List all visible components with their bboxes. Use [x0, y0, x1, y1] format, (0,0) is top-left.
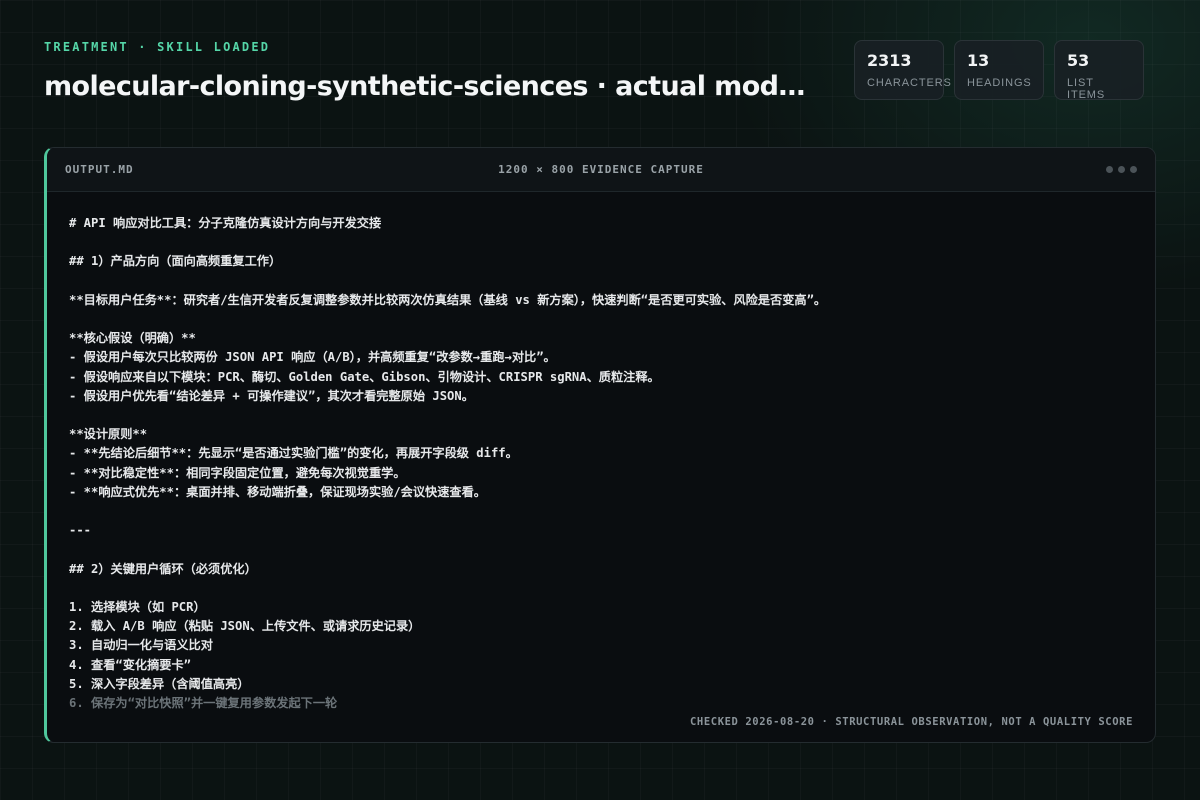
eyebrow-label: TREATMENT · SKILL LOADED	[44, 40, 271, 54]
output-line: 5. 深入字段差异（含阈值高亮）	[69, 676, 250, 691]
stat-label: CHARACTERS	[867, 77, 952, 89]
output-line: 3. 自动归一化与语义比对	[69, 638, 213, 653]
stats-group: 2313 CHARACTERS 13 HEADINGS 53 LIST ITEM…	[854, 40, 1144, 101]
output-line: **目标用户任务**：研究者/生信开发者反复调整参数并比较两次仿真结果（基线 v…	[69, 292, 827, 307]
stat-list-items: 53 LIST ITEMS	[1054, 40, 1144, 101]
output-line: - **响应式优先**：桌面并排、移动端折叠，保证现场实验/会议快速查看。	[69, 484, 486, 499]
page-title: molecular-cloning-synthetic-sciences · a…	[44, 71, 814, 102]
output-line: 4. 查看“变化摘要卡”	[69, 657, 191, 672]
output-line: - **对比稳定性**：相同字段固定位置，避免每次视觉重学。	[69, 465, 406, 480]
output-panel: OUTPUT.MD 1200 × 800 EVIDENCE CAPTURE # …	[44, 147, 1156, 743]
stat-value: 13	[967, 51, 990, 70]
footer-note: CHECKED 2026-08-20 · STRUCTURAL OBSERVAT…	[690, 716, 1133, 728]
output-line: 6. 保存为“对比快照”并一键复用参数发起下一轮	[69, 696, 338, 711]
dot-icon	[1106, 166, 1113, 173]
dot-icon	[1130, 166, 1137, 173]
dot-icon	[1118, 166, 1125, 173]
stat-label: HEADINGS	[967, 77, 1032, 89]
panel-header: OUTPUT.MD 1200 × 800 EVIDENCE CAPTURE	[47, 148, 1155, 192]
output-line: 2. 载入 A/B 响应（粘贴 JSON、上传文件、或请求历史记录）	[69, 619, 421, 634]
stat-headings: 13 HEADINGS	[954, 40, 1044, 100]
markdown-output: # API 响应对比工具：分子克隆仿真设计方向与开发交接 ## 1）产品方向（面…	[69, 214, 1133, 713]
output-line: **核心假设（明确）**	[69, 331, 196, 346]
stat-value: 53	[1067, 51, 1090, 70]
output-line: ## 1）产品方向（面向高频重复工作）	[69, 254, 282, 269]
output-line: # API 响应对比工具：分子克隆仿真设计方向与开发交接	[69, 216, 382, 230]
more-options-icon[interactable]	[1106, 166, 1137, 173]
stat-characters: 2313 CHARACTERS	[854, 40, 952, 100]
output-line: - 假设用户优先看“结论差异 + 可操作建议”，其次才看完整原始 JSON。	[69, 388, 474, 403]
capture-label: 1200 × 800 EVIDENCE CAPTURE	[498, 163, 704, 176]
output-line: **设计原则**	[69, 427, 148, 442]
output-line: 1. 选择模块（如 PCR）	[69, 600, 206, 615]
stat-value: 2313	[867, 51, 912, 70]
stat-label: LIST ITEMS	[1067, 77, 1106, 101]
output-line: ## 2）关键用户循环（必须优化）	[69, 561, 257, 576]
output-line: - 假设响应来自以下模块：PCR、酶切、Golden Gate、Gibson、引…	[69, 369, 660, 384]
output-line: - 假设用户每次只比较两份 JSON API 响应（A/B），并高频重复“改参数…	[69, 350, 556, 365]
output-line: ---	[69, 523, 92, 538]
output-line: - **先结论后细节**：先显示“是否通过实验门槛”的变化，再展开字段级 dif…	[69, 446, 518, 461]
